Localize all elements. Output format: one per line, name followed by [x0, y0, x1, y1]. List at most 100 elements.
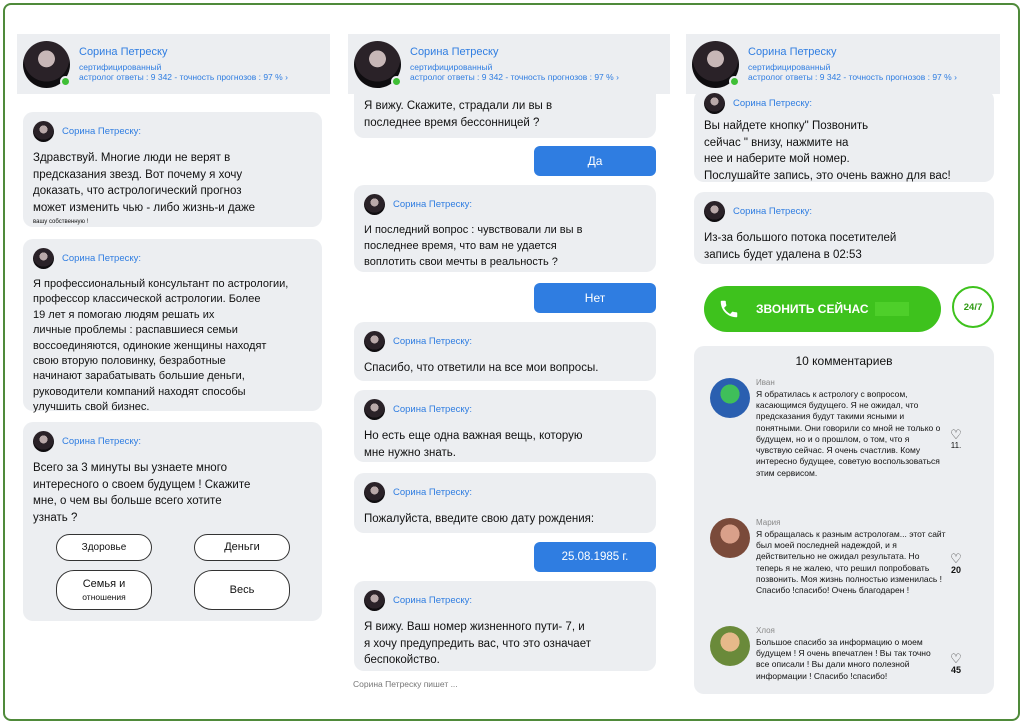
chat-message: Сорина Петреску: Я вижу. Ваш номер жизне…: [354, 581, 656, 671]
comment-item: Мария Я обращалась к разным астрологам..…: [710, 518, 994, 618]
heart-icon: ♡: [950, 651, 962, 666]
heart-icon: ♡: [950, 427, 962, 442]
message-text: Вы найдете кнопку" Позвонить сейчас " вн…: [704, 120, 951, 183]
astrologer-name: Сорина Петреску: [410, 45, 499, 58]
message-text: Но есть еще одна важная вещь, которую мн…: [364, 430, 583, 459]
heart-icon: ♡: [950, 551, 962, 566]
message-text: Здравствуй. Многие люди не верят в предс…: [33, 152, 256, 215]
comment-author: Хлоя: [756, 626, 775, 635]
chat-message: Сорина Петреску: Пожалуйста, введите сво…: [354, 473, 656, 533]
comment-text: Я обратилась к астрологу с вопросом, кас…: [756, 389, 941, 478]
sender-name: Сорина Петреску:: [393, 486, 473, 498]
option-health-button[interactable]: Здоровье: [56, 534, 152, 561]
chat-header: Сорина Петреску сертифицированный астрол…: [686, 34, 1000, 94]
sender-avatar: [364, 481, 385, 503]
comment-text: Большое спасибо за информацию о моем буд…: [756, 637, 931, 681]
stats-arrow-icon: ›: [285, 72, 288, 83]
chat-message: Сорина Петреску: Я профессиональный конс…: [23, 239, 322, 413]
phone-icon: [720, 300, 738, 318]
comment-avatar: [710, 378, 750, 418]
comment-avatar: [710, 626, 750, 666]
sender-avatar: [364, 330, 385, 352]
option-family-line2: отношения: [82, 591, 126, 602]
comments-title: 10 комментариев: [795, 354, 893, 368]
user-answer-bubble: Да: [534, 146, 656, 176]
astrologer-cert: сертифицированный: [79, 61, 162, 72]
message-text: Я вижу. Скажите, страдали ли вы в послед…: [364, 100, 553, 129]
typing-indicator: Сорина Петреску пишет ...: [353, 679, 458, 689]
astrologer-stats: астролог ответы : 9 342 - точность прогн…: [410, 72, 619, 82]
message-text: Спасибо, что ответили на все мои вопросы…: [364, 362, 599, 374]
online-dot-icon: [60, 75, 71, 87]
comment-avatar: [710, 518, 750, 558]
stats-text: астролог ответы : 9 342 - точность прогн…: [410, 72, 617, 83]
stats-text: астролог ответы : 9 342 - точность прогн…: [79, 72, 286, 83]
chat-header: Сорина Петреску сертифицированный астрол…: [348, 34, 670, 94]
sender-name: Сорина Петреску:: [62, 435, 142, 447]
chat-message: Сорина Петреску: Вы найдете кнопку" Позв…: [694, 90, 994, 182]
astrologer-avatar: [23, 40, 71, 88]
comment-text: Я обращалась к разным астрологам... этот…: [756, 529, 946, 596]
call-now-label: ЗВОНИТЬ СЕЙЧАС: [756, 302, 869, 316]
message-text: Я вижу. Ваш номер жизненного пути- 7, и …: [364, 621, 591, 667]
call-now-button[interactable]: ЗВОНИТЬ СЕЙЧАС: [704, 286, 941, 332]
like-count: 11.: [950, 441, 962, 450]
astrologer-cert: сертифицированный: [748, 61, 831, 72]
chat-message: Сорина Петреску: Здравствуй. Многие люди…: [23, 112, 322, 227]
message-text: Всего за 3 минуты вы узнаете много интер…: [33, 462, 251, 525]
comment-item: Хлоя Большое спасибо за информацию о мое…: [710, 626, 994, 694]
like-count: 20: [950, 565, 961, 575]
sender-name: Сорина Петреску:: [733, 97, 813, 109]
sender-name: Сорина Петреску:: [733, 205, 813, 217]
comments-panel: 10 комментариев Иван Я обратилась к астр…: [694, 346, 994, 694]
comment-author: Мария: [756, 518, 781, 527]
astrologer-cert: сертифицированный: [410, 61, 493, 72]
astrologer-stats: астролог ответы : 9 342 - точность прогн…: [748, 72, 957, 82]
chat-message: Сорина Петреску: Из-за большого потока п…: [694, 192, 994, 264]
chat-message: Сорина Петреску: И последний вопрос : чу…: [354, 185, 656, 272]
chat-header: Сорина Петреску сертифицированный астрол…: [17, 34, 330, 94]
sender-avatar: [364, 398, 385, 420]
like-button[interactable]: ♡ 45: [946, 652, 966, 675]
call-button-decor: [874, 302, 909, 316]
user-answer-bubble: Нет: [534, 283, 656, 313]
stats-arrow-icon: ›: [616, 72, 619, 83]
like-count: 45: [950, 665, 961, 675]
user-answer-bubble: 25.08.1985 г.: [534, 542, 656, 572]
astrologer-name: Сорина Петреску: [79, 45, 168, 58]
chat-message: Сорина Петреску: Спасибо, что ответили н…: [354, 322, 656, 381]
online-dot-icon: [729, 75, 740, 87]
astrologer-stats: астролог ответы : 9 342 - точность прогн…: [79, 72, 288, 82]
message-text: И последний вопрос : чувствовали ли вы в…: [364, 224, 583, 268]
sender-avatar: [33, 247, 54, 269]
message-text: Из-за большого потока посетителей запись…: [704, 232, 897, 261]
comment-author: Иван: [756, 378, 775, 387]
online-dot-icon: [391, 75, 402, 87]
sender-avatar: [704, 200, 725, 222]
sender-name: Сорина Петреску:: [393, 403, 473, 415]
message-text: Я профессиональный консультант по астрол…: [33, 278, 289, 414]
message-small-text: вашу собственную !: [33, 218, 89, 225]
sender-avatar: [704, 92, 725, 114]
option-all-button[interactable]: Весь: [194, 570, 290, 610]
availability-badge: 24/7: [952, 286, 994, 328]
sender-name: Сорина Петреску:: [62, 125, 142, 137]
sender-avatar: [33, 430, 54, 452]
sender-name: Сорина Петреску:: [393, 198, 473, 210]
sender-avatar: [364, 193, 385, 215]
message-text: Пожалуйста, введите свою дату рождения:: [364, 513, 595, 525]
comment-item: Иван Я обратилась к астрологу с вопросом…: [710, 378, 994, 498]
sender-avatar: [33, 120, 54, 142]
chat-message: Сорина Петреску: Но есть еще одна важная…: [354, 390, 656, 462]
like-button[interactable]: ♡ 11.: [946, 428, 966, 450]
astrologer-avatar: [692, 40, 740, 88]
stats-text: астролог ответы : 9 342 - точность прогн…: [748, 72, 955, 83]
option-family-line1: Семья и: [82, 578, 126, 591]
stats-arrow-icon: ›: [954, 72, 957, 83]
sender-avatar: [364, 589, 385, 611]
option-family-button[interactable]: Семья и отношения: [56, 570, 152, 610]
astrologer-name: Сорина Петреску: [748, 45, 837, 58]
like-button[interactable]: ♡ 20: [946, 552, 966, 575]
astrologer-avatar: [354, 40, 402, 88]
option-money-button[interactable]: Деньги: [194, 534, 290, 561]
